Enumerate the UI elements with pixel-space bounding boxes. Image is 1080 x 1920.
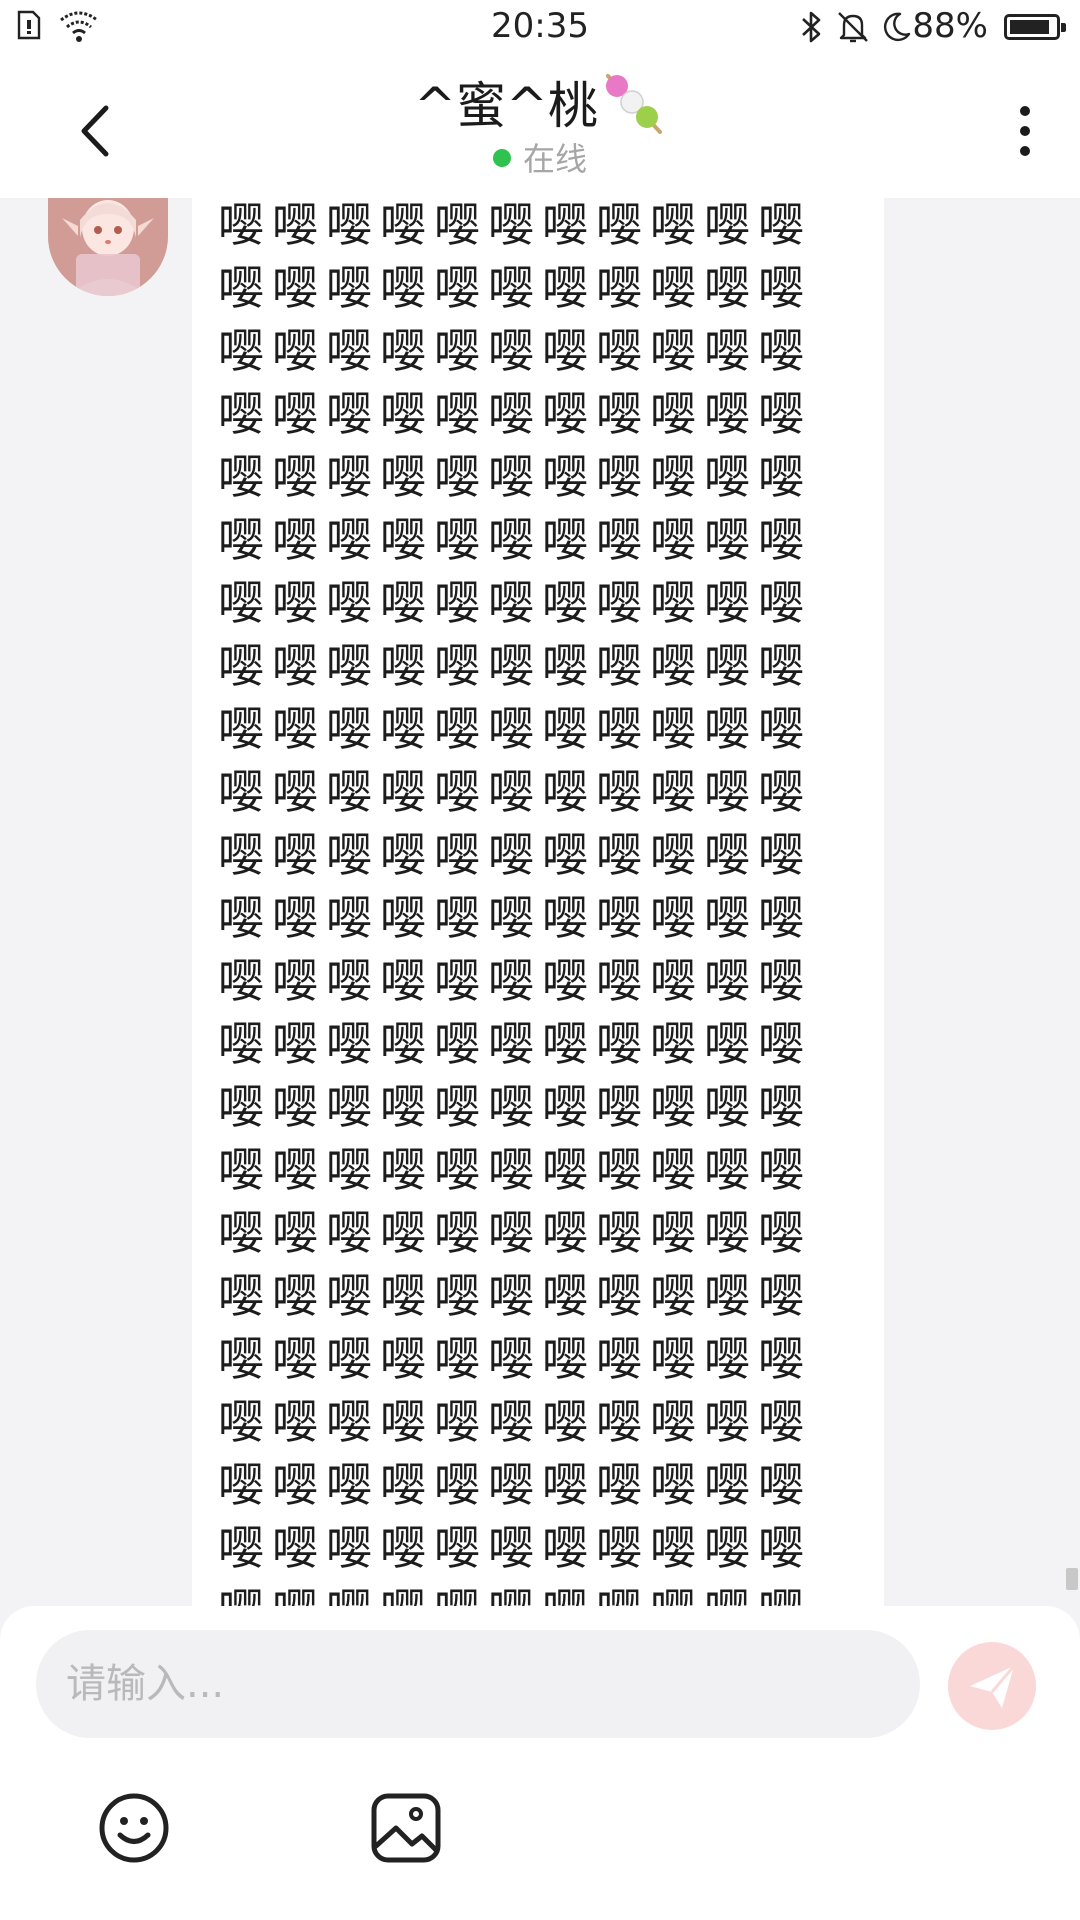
image-icon: [371, 1793, 441, 1863]
status-bar: 20:35 88%: [0, 0, 1080, 58]
silent-icon: [838, 12, 868, 43]
battery-percent: 88%: [912, 6, 988, 46]
emoji-button[interactable]: [96, 1790, 172, 1866]
battery-level: [1010, 20, 1049, 34]
online-dot: [492, 149, 511, 167]
do-not-disturb-icon: [883, 12, 911, 42]
bluetooth-icon: [802, 11, 821, 43]
message-list[interactable]: 嘤嘤嘤嘤嘤嘤嘤嘤嘤嘤嘤嘤嘤嘤嘤嘤嘤嘤嘤嘤嘤嘤嘤嘤嘤嘤嘤嘤嘤嘤嘤嘤嘤嘤嘤嘤嘤嘤嘤嘤…: [0, 198, 1080, 1606]
input-placeholder: 请输入...: [66, 1661, 225, 1707]
message-input[interactable]: 请输入...: [36, 1630, 920, 1738]
more-options-button[interactable]: [1000, 96, 1050, 166]
message-text: 嘤嘤嘤嘤嘤嘤嘤嘤嘤嘤嘤嘤嘤嘤嘤嘤嘤嘤嘤嘤嘤嘤嘤嘤嘤嘤嘤嘤嘤嘤嘤嘤嘤嘤嘤嘤嘤嘤嘤嘤…: [218, 198, 812, 1606]
send-icon: [970, 1665, 1016, 1708]
input-panel: 请输入...: [0, 1606, 1080, 1920]
avatar[interactable]: [48, 198, 168, 296]
more-vertical-icon: [1020, 106, 1030, 156]
emoji-icon: [99, 1793, 169, 1863]
scrollbar-thumb[interactable]: [1066, 1568, 1078, 1590]
message-bubble[interactable]: 嘤嘤嘤嘤嘤嘤嘤嘤嘤嘤嘤嘤嘤嘤嘤嘤嘤嘤嘤嘤嘤嘤嘤嘤嘤嘤嘤嘤嘤嘤嘤嘤嘤嘤嘤嘤嘤嘤嘤嘤…: [192, 198, 884, 1606]
online-status-text: 在线: [522, 140, 587, 178]
image-button[interactable]: [368, 1790, 444, 1866]
send-button[interactable]: [948, 1642, 1036, 1730]
chat-header: ^蜜^桃 在线: [0, 58, 1080, 198]
battery-icon: [1004, 14, 1066, 40]
contact-name: ^蜜^桃: [414, 77, 598, 135]
online-status: 在线: [0, 134, 1080, 180]
